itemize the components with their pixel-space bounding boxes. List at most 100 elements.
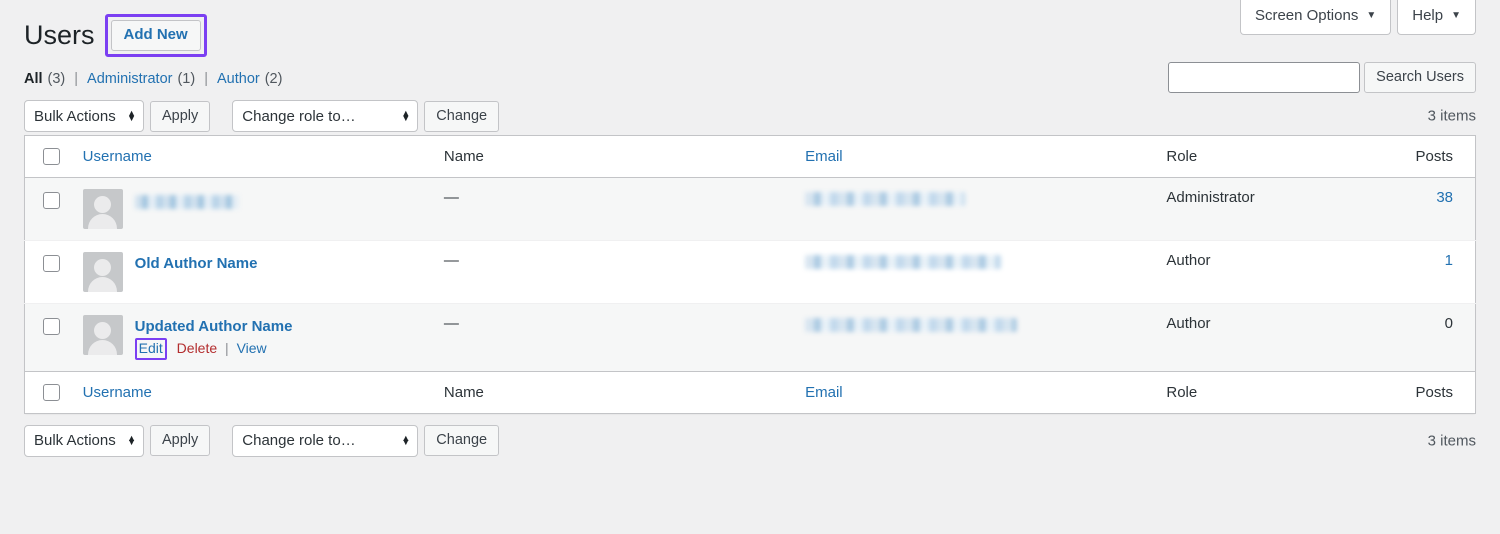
avatar-body-shape: [88, 214, 118, 229]
apply-bulk-action-button-top[interactable]: Apply: [150, 100, 211, 132]
bulk-actions-group-top: Bulk Actions ▲ ▼ Apply: [24, 100, 211, 132]
username-redacted[interactable]: [134, 195, 239, 209]
users-table-head: Username Name Email Role Posts: [24, 135, 1476, 178]
row-actions-separator: |: [225, 340, 229, 356]
avatar-head-shape: [94, 322, 112, 339]
table-row: — Administrator 38: [24, 177, 1476, 241]
select-all-checkbox-top[interactable]: [43, 148, 60, 165]
column-header-name: Name: [433, 135, 796, 178]
filter-link-administrator[interactable]: Administrator: [87, 71, 172, 87]
help-button[interactable]: Help ▼: [1397, 0, 1476, 35]
column-header-posts: Posts: [1379, 135, 1476, 178]
column-header-email: Email: [795, 135, 1157, 178]
row-name-cell: —: [433, 240, 796, 304]
row-select-cell: [24, 303, 73, 371]
search-users-button[interactable]: Search Users: [1364, 62, 1476, 93]
change-role-button-bottom[interactable]: Change: [424, 425, 500, 456]
filter-item-all: All (3) |: [24, 71, 87, 87]
row-posts-cell: 0: [1379, 303, 1476, 371]
column-header-username: Username: [72, 135, 434, 178]
email-redacted[interactable]: [805, 255, 1002, 269]
avatar: [82, 189, 123, 229]
avatar: [82, 315, 123, 355]
bulk-actions-select-wrap-top: Bulk Actions ▲ ▼: [24, 100, 144, 132]
add-new-highlight-box: Add New: [104, 14, 207, 57]
column-footer-name: Name: [433, 370, 796, 413]
change-role-select-wrap-top: Change role to… ▲ ▼: [232, 100, 419, 132]
username-link[interactable]: Old Author Name: [135, 255, 258, 272]
avatar: [82, 252, 123, 292]
change-role-select-bottom[interactable]: Change role to…: [232, 424, 419, 457]
change-role-button-top[interactable]: Change: [424, 100, 500, 132]
email-redacted[interactable]: [805, 318, 1018, 332]
screen-options-button[interactable]: Screen Options ▼: [1239, 0, 1392, 35]
row-role-cell: Author: [1156, 303, 1380, 371]
edit-highlight-box: Edit: [134, 338, 167, 360]
email-redacted[interactable]: [805, 192, 966, 206]
posts-count-link[interactable]: 38: [1436, 189, 1453, 206]
sort-username-link-bottom[interactable]: Username: [83, 384, 152, 401]
posts-count-link[interactable]: 1: [1445, 252, 1453, 269]
filter-count-all: (3): [47, 71, 66, 87]
avatar-head-shape: [94, 196, 112, 213]
user-identity: [82, 189, 424, 229]
name-value: —: [443, 189, 459, 206]
chevron-down-icon: ▼: [1366, 10, 1377, 21]
column-footer-username: Username: [72, 370, 434, 413]
users-table-foot: Username Name Email Role Posts: [24, 370, 1476, 413]
row-name-cell: —: [433, 177, 796, 241]
table-header-row: Username Name Email Role Posts: [24, 135, 1476, 178]
row-posts-cell: 1: [1379, 240, 1476, 304]
column-footer-posts: Posts: [1379, 370, 1476, 413]
name-value: —: [443, 252, 459, 269]
sort-username-link-top[interactable]: Username: [83, 148, 152, 165]
bulk-actions-select-top[interactable]: Bulk Actions: [24, 100, 144, 132]
view-user-link[interactable]: View: [237, 340, 267, 356]
edit-user-link[interactable]: Edit: [139, 340, 163, 356]
change-role-select-top[interactable]: Change role to…: [232, 100, 419, 132]
users-table-body: — Administrator 38 Old Author Name — Aut…: [24, 177, 1476, 371]
table-row: Old Author Name — Author 1: [24, 240, 1476, 304]
row-select-cell: [24, 240, 73, 304]
avatar-head-shape: [94, 259, 112, 276]
filter-link-author[interactable]: Author: [217, 71, 260, 87]
filter-link-all[interactable]: All: [24, 71, 43, 87]
add-new-button[interactable]: Add New: [110, 20, 201, 51]
delete-user-link[interactable]: Delete: [177, 340, 217, 356]
row-checkbox[interactable]: [43, 192, 60, 209]
table-row: Updated Author Name Edit Delete | View —…: [24, 303, 1476, 371]
username-link[interactable]: Updated Author Name: [135, 318, 293, 335]
user-text: Updated Author Name Edit Delete | View: [134, 315, 293, 360]
row-username-cell: Updated Author Name Edit Delete | View: [72, 303, 434, 371]
row-username-cell: [72, 177, 434, 241]
row-role-cell: Author: [1156, 240, 1380, 304]
filter-count-author: (2): [264, 71, 283, 87]
bulk-actions-select-wrap-bottom: Bulk Actions ▲ ▼: [24, 424, 144, 457]
bulk-actions-select-bottom[interactable]: Bulk Actions: [24, 424, 144, 457]
column-footer-role: Role: [1156, 370, 1380, 413]
change-role-group-top: Change role to… ▲ ▼ Change: [232, 100, 500, 132]
select-all-checkbox-bottom[interactable]: [43, 383, 60, 401]
row-name-cell: —: [433, 303, 796, 371]
search-input[interactable]: [1168, 62, 1361, 93]
tablenav-top: Bulk Actions ▲ ▼ Apply Change role to… ▲ ▼…: [24, 97, 1476, 135]
row-checkbox[interactable]: [43, 318, 60, 335]
screen-options-label: Screen Options: [1254, 7, 1359, 24]
users-table: Username Name Email Role Posts — Adminis…: [24, 135, 1476, 414]
row-role-cell: Administrator: [1156, 177, 1380, 241]
column-header-role: Role: [1156, 135, 1380, 178]
row-posts-cell: 38: [1379, 177, 1476, 241]
row-select-cell: [24, 177, 73, 241]
apply-bulk-action-button-bottom[interactable]: Apply: [150, 425, 211, 456]
filter-separator: |: [74, 71, 79, 87]
row-username-cell: Old Author Name: [72, 240, 434, 304]
row-checkbox[interactable]: [43, 255, 60, 272]
row-email-cell: [795, 177, 1157, 241]
change-role-select-wrap-bottom: Change role to… ▲ ▼: [232, 424, 419, 457]
row-actions: Edit Delete | View: [134, 337, 293, 360]
column-footer-email: Email: [795, 370, 1157, 413]
sort-email-link-bottom[interactable]: Email: [805, 384, 843, 401]
table-footer-row: Username Name Email Role Posts: [24, 370, 1476, 413]
filter-item-administrator: Administrator (1) |: [87, 71, 217, 87]
sort-email-link-top[interactable]: Email: [805, 148, 843, 165]
